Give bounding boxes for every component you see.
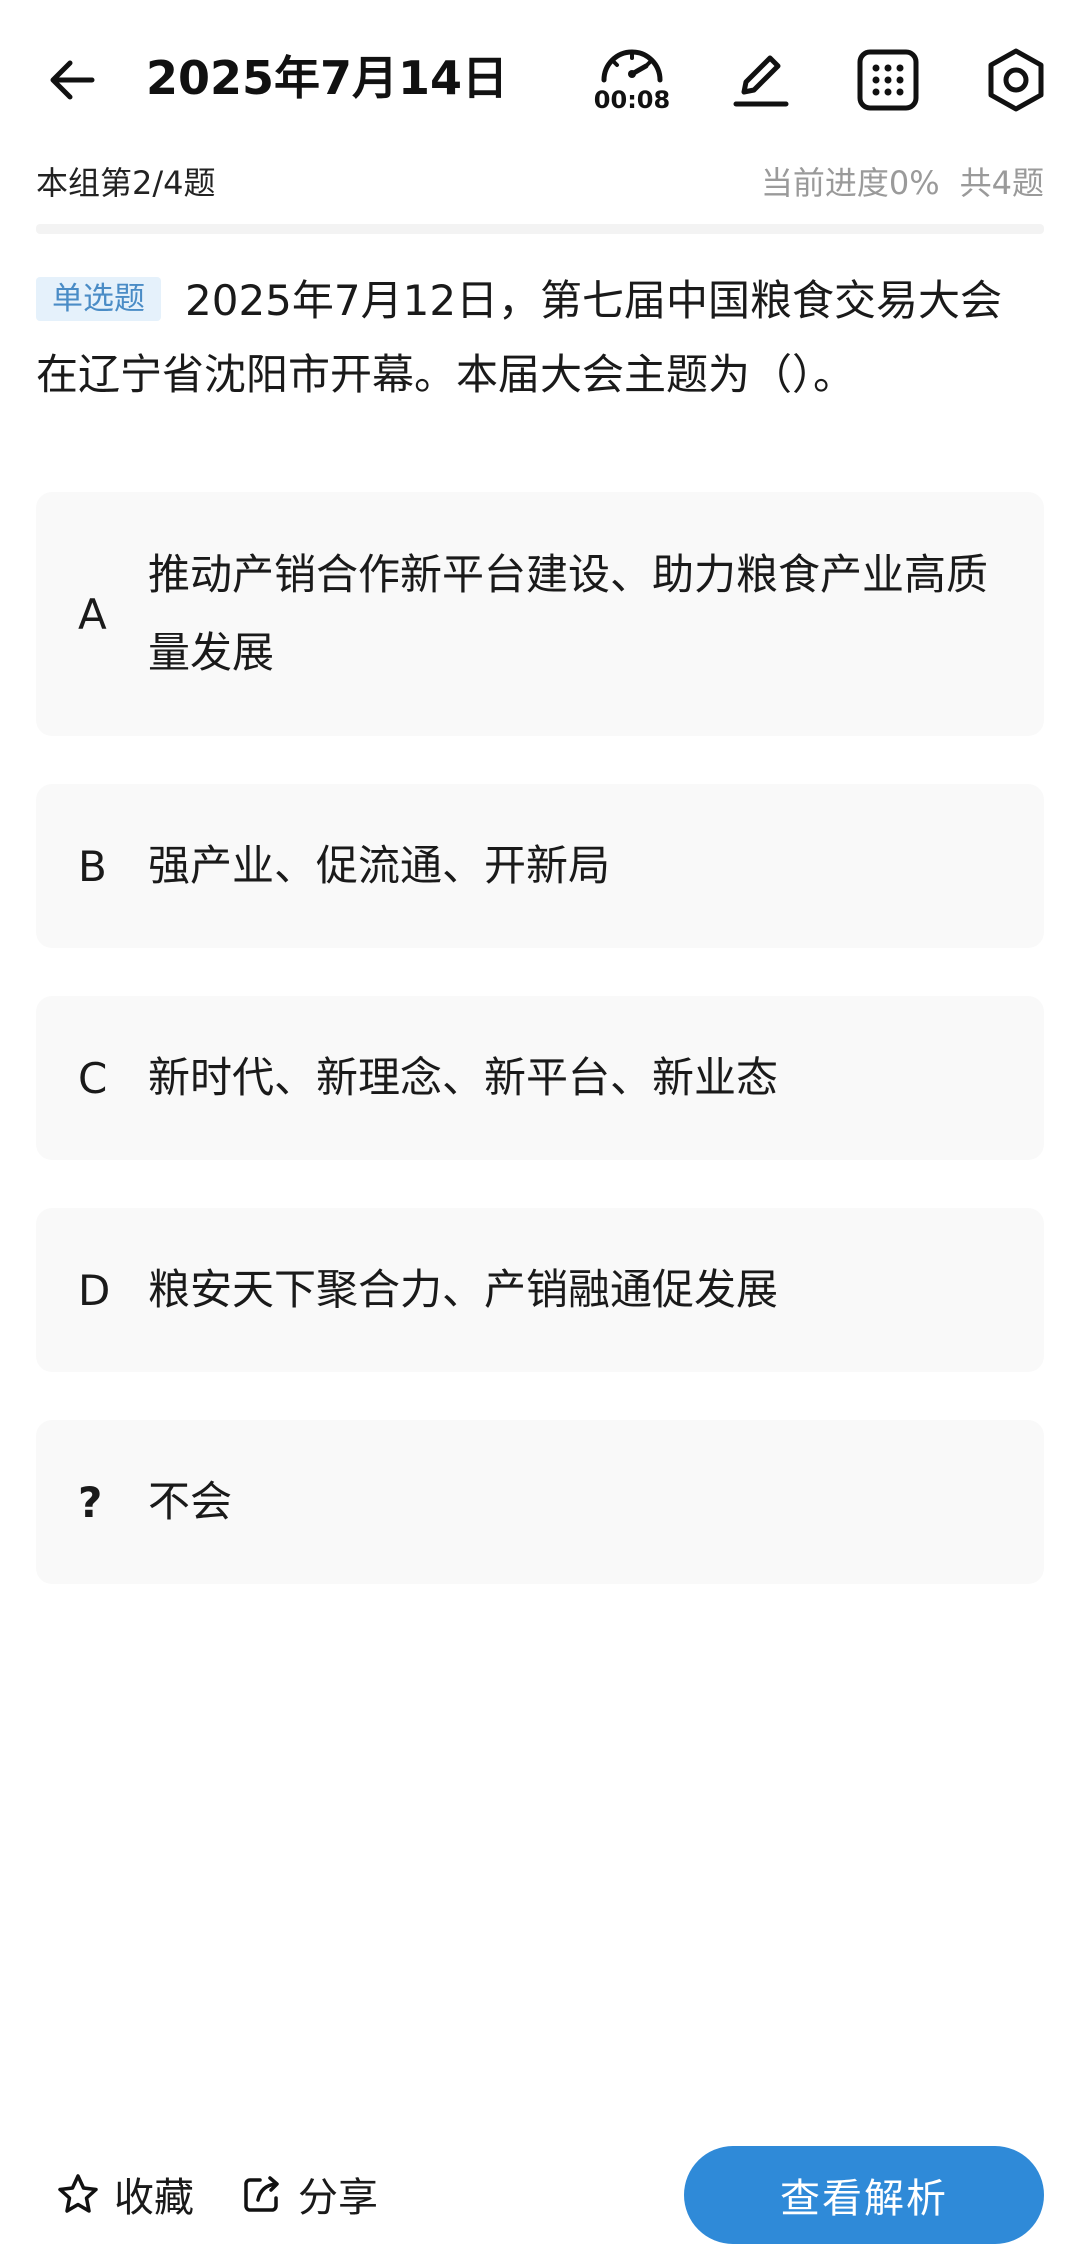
question-stem: 单选题 2025年7月12日，第七届中国粮食交易大会在辽宁省沈阳市开幕。本届大会主… — [36, 264, 1044, 412]
view-analysis-button[interactable]: 查看解析 — [684, 2146, 1044, 2244]
option-text: 推动产销合作新平台建设、助力粮食产业高质量发展 — [148, 550, 989, 677]
header: 2025年7月14日 00:08 — [0, 0, 1080, 160]
option-text: 不会 — [148, 1477, 233, 1526]
question-mark-icon: ? — [78, 1477, 103, 1527]
favorite-button[interactable]: 收藏 — [56, 2164, 194, 2224]
current-progress-label: 当前进度0% — [760, 164, 940, 202]
option-b[interactable]: B 强产业、促流通、开新局 — [36, 784, 1044, 948]
edit-icon — [733, 55, 789, 107]
option-c[interactable]: C 新时代、新理念、新平台、新业态 — [36, 996, 1044, 1160]
edit-button[interactable] — [718, 38, 802, 122]
page-title: 2025年7月14日 — [146, 51, 509, 105]
option-text: 新时代、新理念、新平台、新业态 — [148, 1053, 779, 1102]
option-letter: B — [78, 841, 107, 891]
progress-row: 本组第2/4题 当前进度0% 共4题 — [36, 160, 1044, 206]
quiz-page: 2025年7月14日 00:08 本组第2/4题 当前进度0% 共4题 单选题 … — [0, 0, 1080, 2257]
option-dont-know[interactable]: ? 不会 — [36, 1420, 1044, 1584]
option-letter: C — [78, 1053, 108, 1103]
divider — [36, 224, 1044, 234]
timer-icon — [601, 49, 663, 83]
question-type-badge: 单选题 — [36, 277, 161, 321]
option-a[interactable]: A 推动产销合作新平台建设、助力粮食产业高质量发展 — [36, 492, 1044, 736]
group-progress-label: 本组第2/4题 — [36, 164, 216, 202]
back-button[interactable] — [36, 44, 108, 116]
back-arrow-icon — [50, 60, 95, 100]
grid-icon — [857, 49, 919, 111]
total-count-label: 共4题 — [959, 164, 1044, 202]
option-letter: A — [78, 589, 107, 639]
favorite-label: 收藏 — [114, 2175, 194, 2221]
question-text: 2025年7月12日，第七届中国粮食交易大会在辽宁省沈阳市开幕。本届大会主题为（… — [36, 276, 1003, 399]
settings-button[interactable] — [974, 38, 1058, 122]
share-button[interactable]: 分享 — [240, 2164, 378, 2224]
overall-progress: 当前进度0% 共4题 — [761, 160, 1044, 206]
timer-button[interactable]: 00:08 — [590, 36, 674, 124]
share-label: 分享 — [298, 2175, 378, 2221]
settings-icon — [988, 48, 1044, 112]
option-d[interactable]: D 粮安天下聚合力、产销融通促发展 — [36, 1208, 1044, 1372]
share-icon — [244, 2176, 279, 2212]
timer-readout: 00:08 — [593, 86, 671, 114]
option-letter: D — [78, 1265, 111, 1315]
question-grid-button[interactable] — [846, 38, 930, 122]
option-text: 粮安天下聚合力、产销融通促发展 — [148, 1265, 779, 1314]
star-icon — [58, 2174, 98, 2213]
option-text: 强产业、促流通、开新局 — [148, 841, 611, 890]
